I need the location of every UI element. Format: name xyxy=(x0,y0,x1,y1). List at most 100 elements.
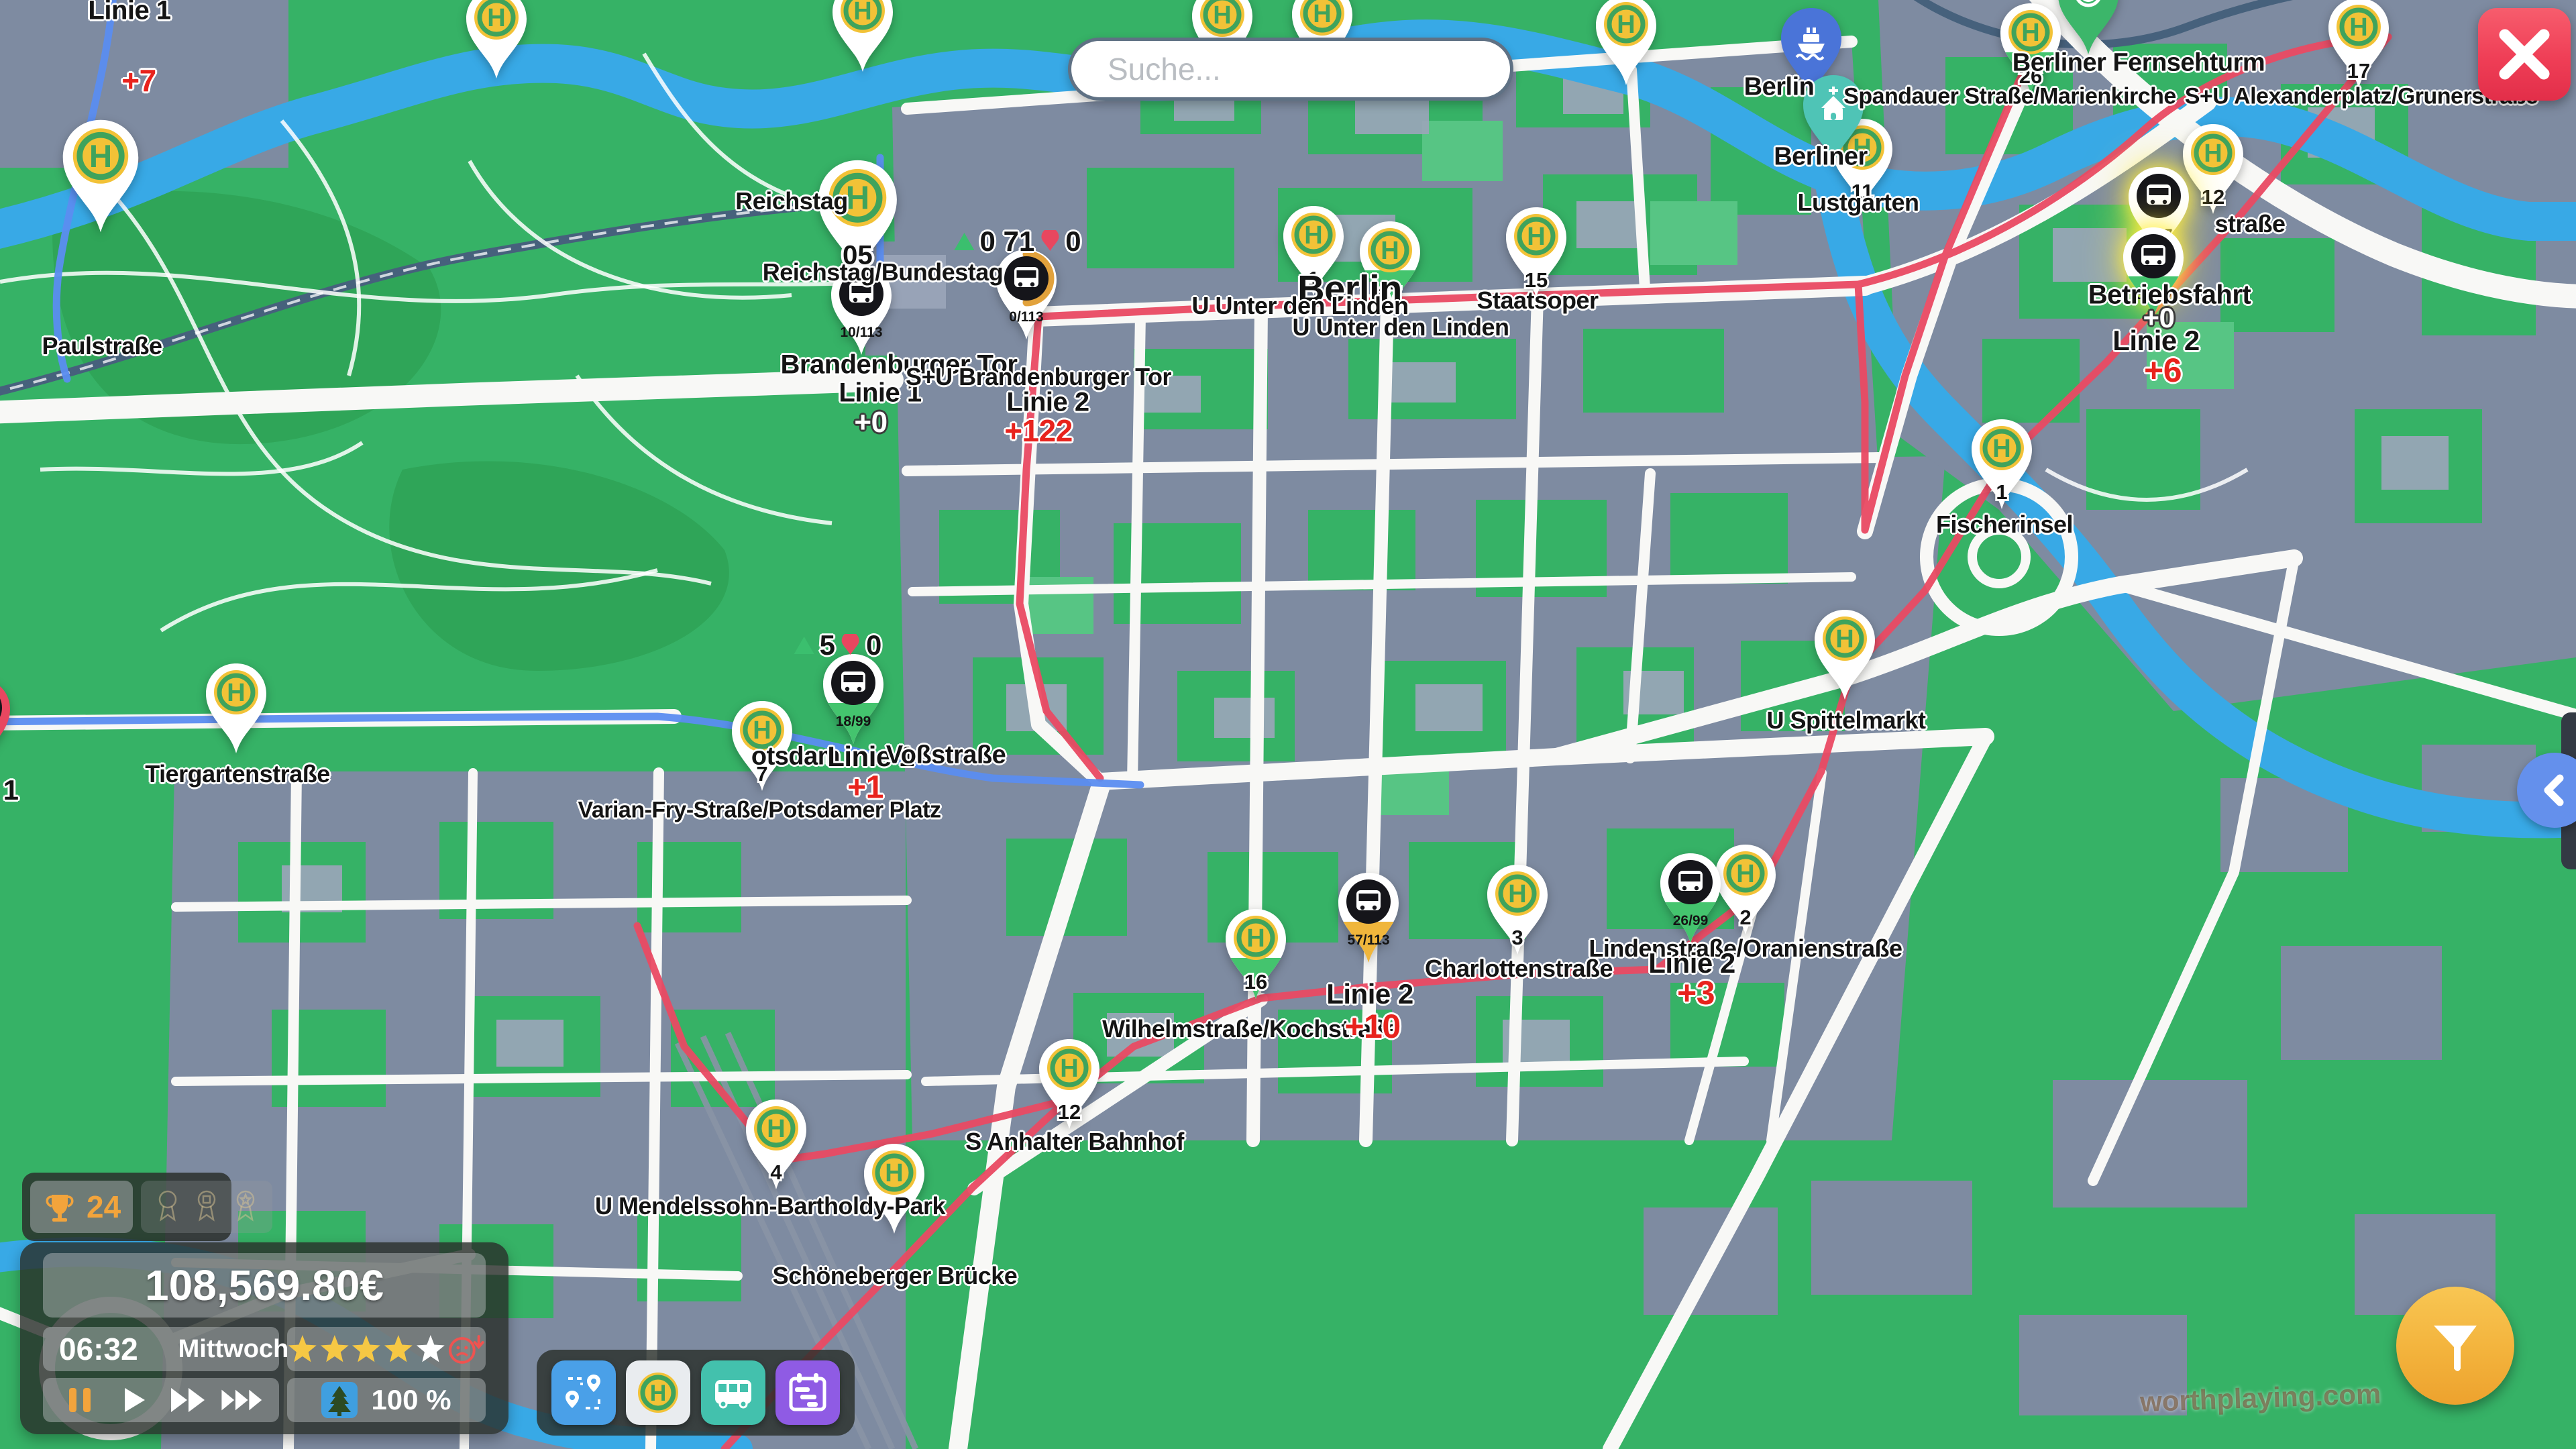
map-label: Spandauer Straße/Marienkirche xyxy=(1843,84,2176,110)
bus-pin[interactable]: 18/99 xyxy=(821,652,885,746)
bus-stop-pin[interactable]: H xyxy=(830,0,895,74)
bus-pin[interactable]: 57/113 xyxy=(1336,871,1401,965)
play-button[interactable] xyxy=(111,1381,158,1419)
map-label: Berliner Fernsehturm xyxy=(2012,49,2265,78)
money-value: 108,569.80€ xyxy=(145,1260,384,1310)
bus-stop-pin[interactable]: H xyxy=(60,117,141,235)
hud-panel: 108,569.80€ 06:32 Mittwoch xyxy=(20,1242,508,1434)
bus-stops-button[interactable]: H xyxy=(626,1360,690,1425)
svg-text:H: H xyxy=(227,679,245,707)
map-label: S Anhalter Bahnhof xyxy=(965,1128,1184,1156)
smiley-poi-pin[interactable] xyxy=(2056,0,2121,56)
bus-stop-pin[interactable]: H xyxy=(1594,0,1658,87)
chevron-left-icon xyxy=(2536,771,2573,809)
bus-stop-pin[interactable]: H 2 xyxy=(1713,843,1778,936)
bus-stop-pin[interactable]: H 17 xyxy=(2326,0,2391,90)
bus-pin[interactable]: 26/99 xyxy=(1658,851,1723,945)
bus-pin[interactable]: 0/113 xyxy=(994,248,1059,341)
map-label: Voßstraße xyxy=(886,741,1006,770)
close-button[interactable] xyxy=(2478,8,2571,101)
bus-stop-pin[interactable]: H 15 xyxy=(1504,205,1568,299)
svg-text:H: H xyxy=(1835,625,1854,653)
schedule-icon xyxy=(784,1369,831,1416)
svg-text:H: H xyxy=(1527,223,1545,251)
svg-text:12: 12 xyxy=(2202,185,2224,209)
map-label: Linie 1 xyxy=(88,0,170,26)
svg-text:H: H xyxy=(845,180,869,217)
day-value: Mittwoch xyxy=(178,1335,289,1364)
bus-stop-pin[interactable]: H 4 xyxy=(744,1097,808,1191)
svg-text:10/113: 10/113 xyxy=(840,325,882,340)
eco-value: 100 % xyxy=(371,1384,451,1416)
map-label: straße xyxy=(2214,210,2285,238)
bus-stop-pin[interactable]: H 16 xyxy=(1224,907,1288,1001)
map-label: U Unter den Linden xyxy=(1293,313,1509,341)
svg-text:1: 1 xyxy=(1996,480,2007,504)
svg-text:18/99: 18/99 xyxy=(836,714,871,729)
map-label: U Mendelssohn-Bartholdy-Park xyxy=(595,1192,945,1220)
schedule-button[interactable] xyxy=(775,1360,840,1425)
boarding-arrow-icon xyxy=(793,634,816,657)
svg-text:16: 16 xyxy=(1244,970,1267,994)
unhappy-face-icon xyxy=(447,1332,486,1366)
medal-icon xyxy=(192,1187,221,1226)
bus-stop-pin[interactable]: H xyxy=(1813,608,1877,702)
pause-button[interactable] xyxy=(56,1381,103,1419)
achievement-slots[interactable] xyxy=(141,1181,272,1233)
svg-text:H: H xyxy=(650,1381,667,1406)
bus-stop-pin[interactable]: H 1 xyxy=(1970,417,2034,511)
map-toolbar: H xyxy=(537,1350,855,1436)
alighting-pin-icon xyxy=(1038,230,1061,253)
svg-text:H: H xyxy=(853,0,871,25)
bus-stop-pin[interactable]: H xyxy=(204,661,268,755)
svg-text:57/113: 57/113 xyxy=(1347,932,1389,948)
bus-stop-icon: H xyxy=(635,1369,682,1416)
filter-button[interactable] xyxy=(2396,1287,2514,1405)
search-input[interactable] xyxy=(1068,38,1513,101)
svg-text:H: H xyxy=(1617,11,1635,39)
bus-pin[interactable] xyxy=(0,677,12,771)
svg-text:H: H xyxy=(753,716,771,745)
time-value: 06:32 xyxy=(59,1331,138,1367)
bus-stop-pin[interactable]: H xyxy=(464,0,529,80)
fast-forward-button[interactable] xyxy=(165,1381,212,1419)
svg-text:3: 3 xyxy=(1511,926,1523,949)
game-screen: worthplaying.com H H H xyxy=(0,0,2576,1449)
boarding-arrow-icon xyxy=(953,230,975,253)
search-bar xyxy=(1068,38,1513,101)
bus-stop-pin[interactable]: H xyxy=(862,1142,926,1236)
svg-text:H: H xyxy=(2204,140,2222,168)
medal-icon xyxy=(231,1187,260,1226)
environment-display: 100 % xyxy=(287,1378,486,1422)
map-label: Staatsoper xyxy=(1477,286,1598,315)
map-label: Lustgarten xyxy=(1797,189,1919,217)
map-label: Charlottenstraße xyxy=(1425,955,1613,983)
map-label: +7 xyxy=(121,62,156,99)
map-label: +6 xyxy=(2144,351,2182,390)
passenger-indicator: 0 710 xyxy=(953,225,1081,258)
svg-text:H: H xyxy=(1060,1055,1078,1083)
tree-icon xyxy=(321,1382,358,1418)
bus-stop-pin[interactable]: H 3 xyxy=(1485,863,1550,957)
star-icon xyxy=(415,1334,446,1364)
fastest-forward-button[interactable] xyxy=(219,1381,266,1419)
bus-stop-pin[interactable]: H 12 xyxy=(1037,1037,1102,1131)
star-icon xyxy=(351,1334,382,1364)
money-display: 108,569.80€ xyxy=(43,1253,486,1318)
map-label: +0 xyxy=(854,406,887,439)
marker-layer: H H H H xyxy=(0,0,2576,1449)
svg-text:H: H xyxy=(89,138,112,174)
svg-text:H: H xyxy=(1304,221,1322,250)
map-label: Tiergartenstraße xyxy=(145,760,329,788)
buses-button[interactable] xyxy=(701,1360,765,1425)
star-icon xyxy=(319,1334,350,1364)
svg-text:H: H xyxy=(1313,0,1331,28)
svg-text:26/99: 26/99 xyxy=(1673,913,1709,928)
svg-text:H: H xyxy=(2021,19,2039,47)
trophy-counter[interactable]: 24 xyxy=(30,1181,133,1233)
map-label: Linie 2 xyxy=(1326,978,1413,1010)
trophy-count: 24 xyxy=(87,1189,121,1225)
close-icon xyxy=(2496,25,2553,83)
route-planner-button[interactable] xyxy=(551,1360,616,1425)
passenger-indicator: 50 xyxy=(793,629,882,661)
